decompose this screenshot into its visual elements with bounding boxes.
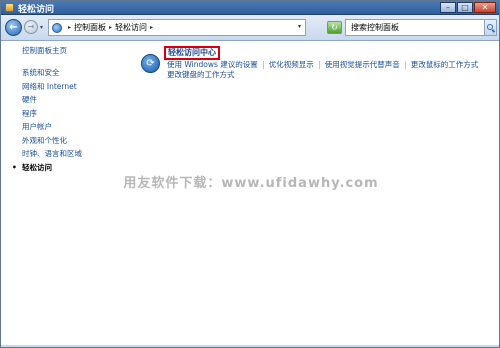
sidebar-item-hardware[interactable]: 硬件	[22, 93, 82, 107]
forward-arrow-icon[interactable]: →	[24, 20, 38, 34]
search-icon[interactable]	[485, 19, 497, 36]
sidebar-item-clock-language-region[interactable]: 时钟、语言和区域	[22, 147, 82, 161]
task-link-visual-cues[interactable]: 使用视觉提示代替声音	[325, 60, 400, 69]
ease-of-access-icon[interactable]: ⟳	[141, 54, 160, 73]
window-controls: – □ ✕	[440, 2, 496, 13]
breadcrumb-ease-of-access[interactable]: 轻松访问	[115, 22, 147, 33]
breadcrumb[interactable]: ▸ 控制面板 ▸ 轻松访问 ▸ ▾	[48, 19, 306, 36]
window-title: 轻松访问	[18, 5, 55, 15]
task-link-optimize-display[interactable]: 优化视频显示	[269, 60, 314, 69]
maximize-button[interactable]: □	[457, 2, 473, 13]
folder-icon	[5, 3, 14, 12]
breadcrumb-separator[interactable]: ▸	[150, 24, 153, 31]
breadcrumb-control-panel[interactable]: 控制面板	[74, 22, 106, 33]
breadcrumb-separator[interactable]: ▸	[68, 24, 71, 31]
watermark-text: 用友软件下载：www.ufidawhy.com	[123, 176, 379, 191]
sidebar-item-label: 轻松访问	[22, 162, 52, 172]
control-panel-icon	[52, 22, 62, 33]
divider	[262, 61, 264, 69]
task-link-keyboard[interactable]: 更改键盘的工作方式	[167, 70, 235, 79]
left-navigation-pane: 控制面板主页 系统和安全 网络和 Internet 硬件 程序 用户帐户 外观和…	[1, 41, 133, 347]
category-list: 系统和安全 网络和 Internet 硬件 程序 用户帐户 外观和个性化 时钟、…	[12, 66, 82, 174]
refresh-icon[interactable]: ↻	[327, 21, 342, 34]
task-links: 使用 Windows 建议的设置 优化视频显示 使用视觉提示代替声音 更改鼠标的工作方…	[167, 60, 497, 80]
sidebar-item-network-internet[interactable]: 网络和 Internet	[22, 80, 82, 94]
recent-pages-dropdown[interactable]: ▾	[40, 24, 43, 31]
minimize-button[interactable]: –	[440, 2, 456, 13]
address-dropdown[interactable]: ▾	[298, 23, 301, 30]
sidebar-item-user-accounts[interactable]: 用户帐户	[22, 120, 82, 134]
breadcrumb-separator[interactable]: ▸	[109, 24, 112, 31]
divider	[318, 61, 320, 69]
content-area: 控制面板主页 系统和安全 网络和 Internet 硬件 程序 用户帐户 外观和…	[1, 41, 499, 347]
divider	[404, 61, 406, 69]
task-link-recommended-settings[interactable]: 使用 Windows 建议的设置	[167, 60, 258, 69]
address-toolbar: ← → ▾ ▸ 控制面板 ▸ 轻松访问 ▸ ▾ ↻ 搜索控制面板	[1, 15, 499, 41]
ease-of-access-center-link[interactable]: 轻松访问中心	[164, 46, 220, 60]
search-input[interactable]: 搜索控制面板	[345, 19, 485, 36]
task-link-mouse[interactable]: 更改鼠标的工作方式	[411, 60, 479, 69]
close-button[interactable]: ✕	[474, 2, 496, 13]
sidebar-item-system-security[interactable]: 系统和安全	[22, 66, 82, 80]
ease-of-access-category: ⟳ 轻松访问中心 使用 Windows 建议的设置 优化视频显示 使用视觉提示代替声…	[141, 45, 497, 85]
bottom-border	[1, 345, 499, 347]
title-bar: 轻松访问 – □ ✕	[1, 1, 499, 15]
sidebar-item-appearance[interactable]: 外观和个性化	[22, 134, 82, 148]
control-panel-home-link[interactable]: 控制面板主页	[22, 45, 67, 56]
back-arrow-icon[interactable]: ←	[5, 19, 22, 36]
sidebar-item-programs[interactable]: 程序	[22, 107, 82, 121]
control-panel-window: 轻松访问 – □ ✕ ← → ▾ ▸ 控制面板 ▸ 轻松访问 ▸ ▾ ↻ 搜索控…	[0, 0, 500, 348]
